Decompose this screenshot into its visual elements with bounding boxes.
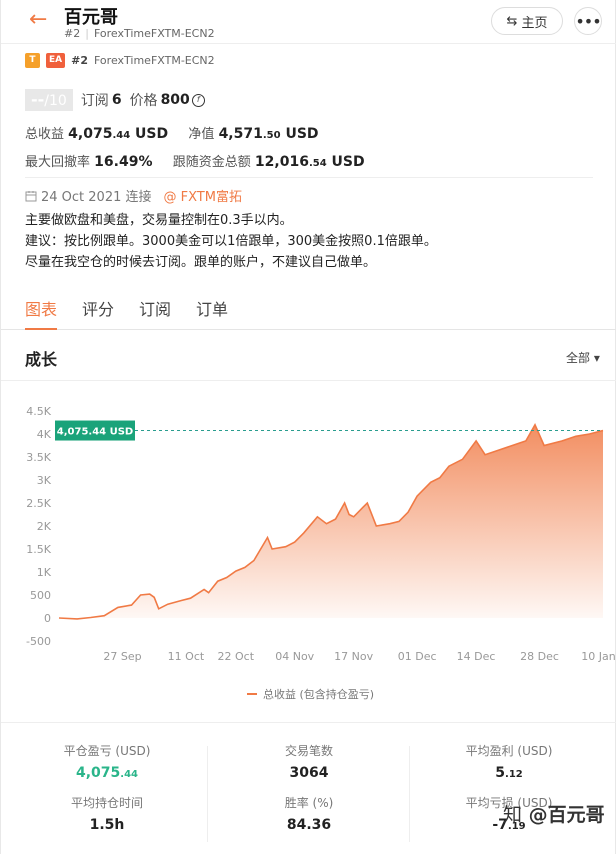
rating-row: -- /10 订阅 6 价格 800 f [25, 89, 205, 111]
divider [1, 380, 616, 381]
y-tick-label: 2.5K [26, 497, 51, 510]
tab-rating[interactable]: 评分 [82, 296, 114, 320]
header-separator: | [85, 27, 89, 40]
coin-icon: f [191, 93, 205, 107]
metric-label: 交易笔数 [284, 744, 333, 758]
subscribe-count-label: 订阅 [80, 93, 109, 109]
watermark: 知 @百元哥 [503, 804, 605, 826]
divider [1, 722, 616, 723]
metric-label: 胜率 (%) [284, 796, 334, 810]
home-button[interactable]: ⇆ 主页 [491, 7, 563, 35]
ea-badge: EA [46, 52, 66, 68]
follow-capital-label: 跟随资金总额 [172, 155, 251, 170]
x-tick-label: 28 Dec [520, 650, 559, 663]
description-line: 尽量在我空仓的时候去订阅。跟单的账户，不建议自己做单。 [25, 255, 377, 270]
metric-item: 平仓盈亏 (USD) 4,075.44 [7, 742, 207, 781]
y-tick-label: 4.5K [26, 405, 51, 418]
tab-bar: 图表 评分 订阅 订单 [1, 288, 616, 330]
y-tick-label: 4K [37, 428, 52, 441]
y-tick-label: 3.5K [26, 451, 51, 464]
y-tick-label: 3K [37, 474, 52, 487]
metric-item: 平均盈利 (USD) 5.12 [409, 742, 609, 781]
swap-icon: ⇆ [506, 13, 518, 29]
score-max: /10 [44, 93, 67, 109]
header-rank: #2 [64, 27, 81, 40]
more-button[interactable]: ••• [574, 7, 602, 35]
metric-separator [409, 746, 410, 842]
x-tick-label: 04 Nov [275, 650, 314, 663]
tab-orders[interactable]: 订单 [196, 296, 228, 320]
page-title: 百元哥 [64, 7, 118, 28]
tab-subscribe[interactable]: 订阅 [139, 296, 171, 320]
max-drawdown-label: 最大回撤率 [25, 155, 91, 170]
connection-date: 24 Oct 2021 连接 [41, 190, 152, 205]
metrics-grid: 平仓盈亏 (USD) 4,075.44 交易笔数 3064 平均盈利 (USD) 5.12… [1, 738, 616, 854]
x-tick-label: 10 Jan [581, 650, 615, 663]
broker-link[interactable]: @ FXTM富拓 [164, 186, 242, 205]
metric-value: 4,075.44 [75, 765, 138, 781]
metric-item: 平均持仓时间 1.5h [7, 794, 207, 833]
x-tick-label: 14 Dec [457, 650, 496, 663]
strategy-description: 主要做欧盘和美盘，交易量控制在0.3手以内。 建议：按比例跟单。3000美金可以… [25, 210, 595, 273]
profit-stats: 总收益 4,075.44 USD 净值 4,571.50 USD [25, 123, 319, 142]
y-tick-label: 2K [37, 520, 52, 533]
calendar-icon [25, 190, 37, 201]
t-badge: T [25, 52, 40, 68]
x-tick-label: 27 Sep [103, 650, 141, 663]
score-value: -- [31, 90, 45, 109]
badge-row: T EA #2 ForexTimeFXTM-ECN2 [25, 52, 215, 68]
score-badge: -- /10 [25, 89, 73, 111]
price-label: 价格 [129, 93, 158, 109]
follow-capital-value: 12,016.54 USD [254, 154, 365, 170]
connection-line: 24 Oct 2021 连接 @ FXTM富拓 [25, 186, 242, 205]
watermark-logo-icon: 知 [503, 804, 523, 826]
home-button-label: 主页 [521, 15, 548, 31]
header-broker: ForexTimeFXTM-ECN2 [93, 27, 215, 40]
x-tick-label: 22 Oct [218, 650, 255, 663]
metric-separator [207, 746, 208, 842]
y-tick-label: 0 [44, 612, 51, 625]
metric-label: 平均持仓时间 [70, 796, 143, 810]
x-tick-label: 01 Dec [398, 650, 437, 663]
total-profit-value: 4,075.44 USD [68, 126, 169, 142]
subscribe-count-value: 6 [111, 92, 122, 108]
y-tick-label: 1K [37, 566, 52, 579]
rank-label: #2 [71, 53, 88, 67]
description-line: 主要做欧盘和美盘，交易量控制在0.3手以内。 [25, 213, 293, 228]
net-value-label: 净值 [188, 127, 215, 142]
metric-value: 84.36 [286, 817, 332, 833]
back-arrow-icon[interactable]: ← [29, 8, 53, 32]
broker-label: ForexTimeFXTM-ECN2 [94, 53, 215, 67]
divider [25, 177, 593, 178]
x-tick-label: 11 Oct [168, 650, 205, 663]
y-tick-label: 500 [30, 589, 51, 602]
active-tab-indicator [25, 328, 57, 330]
legend-label: 总收益 (包含持仓盈亏) [263, 687, 374, 701]
y-tick-label: -500 [26, 635, 51, 648]
total-profit-label: 总收益 [25, 127, 65, 142]
range-dropdown[interactable]: 全部 ▾ [566, 349, 600, 366]
more-icon: ••• [575, 11, 601, 31]
page: ← 百元哥 #2 | ForexTimeFXTM-ECN2 ⇆ 主页 ••• T E… [0, 0, 616, 854]
y-tick-label: 1.5K [26, 543, 51, 556]
header-subtitle: #2 | ForexTimeFXTM-ECN2 [64, 27, 215, 40]
metric-item: 胜率 (%) 84.36 [209, 794, 409, 833]
current-value-label: 4,075.44 USD [57, 427, 133, 438]
metric-label: 平均盈利 (USD) [465, 744, 553, 758]
growth-title: 成长 [25, 350, 58, 369]
description-line: 建议：按比例跟单。3000美金可以1倍跟单，300美金按照0.1倍跟单。 [25, 234, 437, 249]
header: ← 百元哥 #2 | ForexTimeFXTM-ECN2 ⇆ 主页 ••• [1, 0, 616, 44]
metric-item: 交易笔数 3064 [209, 742, 409, 781]
tab-chart[interactable]: 图表 [25, 296, 57, 320]
metric-value: 5.12 [495, 765, 523, 781]
price-value: 800 [160, 92, 190, 108]
net-value: 4,571.50 USD [218, 126, 319, 142]
risk-stats: 最大回撤率 16.49% 跟随资金总额 12,016.54 USD [25, 151, 365, 170]
metric-value: 3064 [289, 765, 329, 781]
metric-value: 1.5h [89, 817, 125, 833]
x-tick-label: 17 Nov [334, 650, 373, 663]
max-drawdown-value: 16.49% [94, 154, 153, 170]
metric-label: 平仓盈亏 (USD) [63, 744, 151, 758]
growth-chart: 4.5K 4K 3.5K 3K 2.5K 2K 1.5K 1K 500 0 -500 27 Sep 11… [26, 405, 616, 701]
